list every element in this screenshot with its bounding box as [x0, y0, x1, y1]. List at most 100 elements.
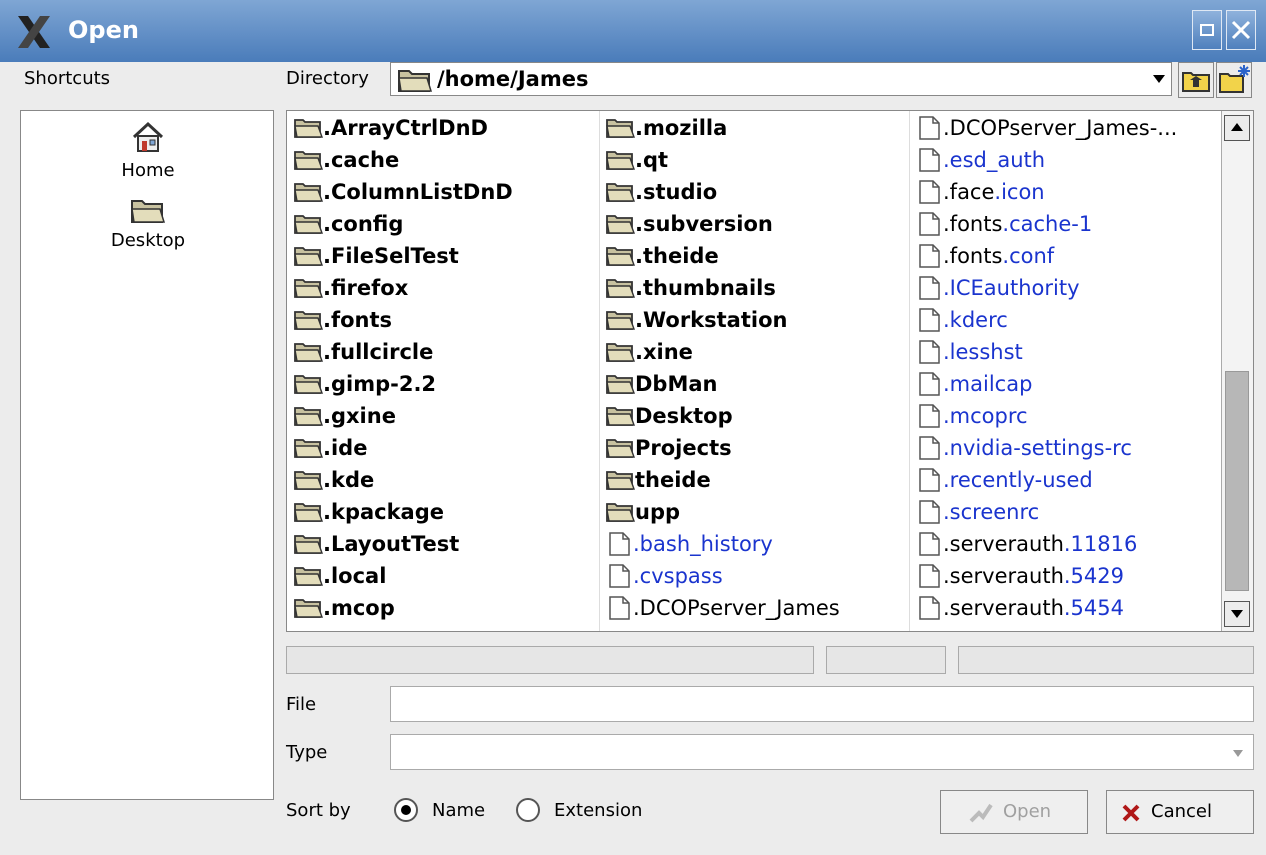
file-extension: .cvspass — [633, 564, 723, 588]
file-item[interactable]: .serverauth.5429 — [909, 559, 1221, 591]
folder-item[interactable]: .kde — [287, 463, 599, 495]
folder-item[interactable]: .kpackage — [287, 495, 599, 527]
folder-item[interactable]: .mozilla — [599, 111, 909, 143]
file-item[interactable]: .face.icon — [909, 175, 1221, 207]
folder-name: .local — [323, 564, 387, 588]
folder-name: .fullcircle — [323, 340, 434, 364]
folder-item[interactable]: .Workstation — [599, 303, 909, 335]
folder-icon — [294, 215, 323, 234]
type-combo[interactable] — [390, 734, 1254, 770]
folder-icon — [606, 439, 635, 458]
folder-icon — [294, 375, 323, 394]
shortcut-home[interactable]: Home — [21, 119, 275, 181]
folder-item[interactable]: .fullcircle — [287, 335, 599, 367]
folder-item[interactable]: upp — [599, 495, 909, 527]
new-folder-button[interactable] — [1216, 62, 1252, 98]
folder-item[interactable]: .cache — [287, 143, 599, 175]
file-icon — [919, 532, 940, 556]
open-button[interactable]: Open — [940, 790, 1088, 834]
type-label: Type — [286, 742, 328, 763]
folder-item[interactable]: .firefox — [287, 271, 599, 303]
file-item[interactable]: .mcoprc — [909, 399, 1221, 431]
folder-item[interactable]: .gimp-2.2 — [287, 367, 599, 399]
file-item[interactable]: .fonts.conf — [909, 239, 1221, 271]
file-item[interactable]: .serverauth.11816 — [909, 527, 1221, 559]
file-list[interactable]: .ArrayCtrlDnD .cache .ColumnListDnD .config… — [286, 110, 1254, 632]
maximize-button[interactable] — [1192, 10, 1222, 50]
cancel-button[interactable]: Cancel — [1106, 790, 1254, 834]
folder-name: Desktop — [635, 404, 733, 428]
folder-item[interactable]: .ArrayCtrlDnD — [287, 111, 599, 143]
file-basename: .face — [943, 180, 995, 204]
file-extension: .recently-used — [943, 468, 1093, 492]
folder-item[interactable]: .thumbnails — [599, 271, 909, 303]
folder-item[interactable]: .studio — [599, 175, 909, 207]
parent-folder-button[interactable] — [1178, 62, 1214, 98]
file-icon — [919, 180, 940, 204]
folder-item[interactable]: .local — [287, 559, 599, 591]
close-icon — [1231, 20, 1251, 40]
folder-item[interactable]: DbMan — [599, 367, 909, 399]
close-button[interactable] — [1226, 10, 1256, 50]
sort-name-radio[interactable] — [394, 798, 418, 822]
folder-item[interactable]: theide — [599, 463, 909, 495]
file-item[interactable]: .cvspass — [599, 559, 909, 591]
folder-item[interactable]: .LayoutTest — [287, 527, 599, 559]
home-icon — [132, 121, 164, 152]
file-item[interactable]: .recently-used — [909, 463, 1221, 495]
file-item[interactable]: .ICEauthority — [909, 271, 1221, 303]
folder-item[interactable]: .config — [287, 207, 599, 239]
folder-icon — [606, 215, 635, 234]
folder-item[interactable]: Desktop — [599, 399, 909, 431]
file-item[interactable]: .mailcap — [909, 367, 1221, 399]
vertical-scrollbar[interactable] — [1221, 111, 1253, 631]
sort-name-label[interactable]: Name — [432, 800, 485, 821]
file-name-input[interactable] — [390, 686, 1254, 722]
shortcut-desktop[interactable]: Desktop — [21, 195, 275, 251]
file-icon — [609, 564, 630, 588]
scroll-up-button[interactable] — [1224, 115, 1250, 141]
folder-name: .mcop — [323, 596, 395, 620]
folder-icon — [294, 439, 323, 458]
file-item[interactable]: .bash_history — [599, 527, 909, 559]
chevron-down-icon[interactable] — [1233, 750, 1243, 757]
file-item[interactable]: .lesshst — [909, 335, 1221, 367]
file-item[interactable]: .screenrc — [909, 495, 1221, 527]
folder-item[interactable]: .ColumnListDnD — [287, 175, 599, 207]
folder-item[interactable]: .subversion — [599, 207, 909, 239]
folder-name: .subversion — [635, 212, 773, 236]
folder-item[interactable]: .fonts — [287, 303, 599, 335]
folder-icon — [606, 279, 635, 298]
scroll-down-button[interactable] — [1224, 601, 1250, 627]
file-item[interactable]: .esd_auth — [909, 143, 1221, 175]
folder-item[interactable]: .theide — [599, 239, 909, 271]
directory-combo[interactable]: /home/James — [390, 62, 1172, 96]
file-icon — [919, 244, 940, 268]
file-item[interactable]: .DCOPserver_James — [599, 591, 909, 623]
file-item[interactable]: .fonts.cache-1 — [909, 207, 1221, 239]
arrow-up-icon — [1231, 123, 1243, 131]
folder-item[interactable]: .mcop — [287, 591, 599, 623]
folder-item[interactable]: .FileSelTest — [287, 239, 599, 271]
folder-icon — [606, 311, 635, 330]
folder-item[interactable]: .gxine — [287, 399, 599, 431]
file-icon — [919, 148, 940, 172]
folder-item[interactable]: Projects — [599, 431, 909, 463]
folder-name: .gxine — [323, 404, 396, 428]
folder-item[interactable]: .qt — [599, 143, 909, 175]
file-icon — [919, 308, 940, 332]
file-item[interactable]: .DCOPserver_James-... — [909, 111, 1221, 143]
scroll-thumb[interactable] — [1225, 371, 1249, 591]
sort-extension-label[interactable]: Extension — [554, 800, 642, 821]
file-item[interactable]: .nvidia-settings-rc — [909, 431, 1221, 463]
folder-name: theide — [635, 468, 711, 492]
folder-item[interactable]: .ide — [287, 431, 599, 463]
folder-item[interactable]: .xine — [599, 335, 909, 367]
chevron-down-icon[interactable] — [1153, 75, 1165, 83]
folder-icon — [606, 119, 635, 138]
file-item[interactable]: .serverauth.5454 — [909, 591, 1221, 623]
folder-name: .ArrayCtrlDnD — [323, 116, 488, 140]
sort-extension-radio[interactable] — [516, 798, 540, 822]
file-icon — [919, 212, 940, 236]
file-item[interactable]: .kderc — [909, 303, 1221, 335]
